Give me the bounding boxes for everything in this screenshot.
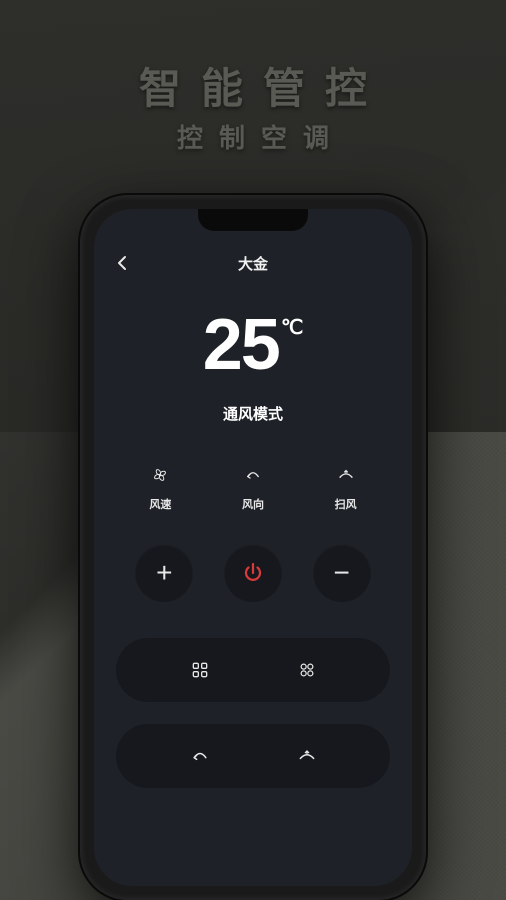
control-label: 风速: [149, 496, 171, 512]
app-header: 大金: [94, 245, 412, 281]
power-button[interactable]: [224, 544, 282, 602]
temperature-unit: ℃: [281, 315, 303, 340]
phone-frame: 大金 25 ℃ 通风模式 风速 风向: [80, 195, 426, 900]
header-title: 大金: [238, 253, 268, 274]
grid-mode-button[interactable]: [188, 658, 212, 682]
phone-notch: [198, 209, 308, 231]
decrease-button[interactable]: −: [313, 544, 371, 602]
grid-icon: [190, 660, 210, 680]
swing-icon: [297, 746, 317, 766]
fan-icon: [297, 660, 317, 680]
back-button[interactable]: [112, 253, 132, 273]
phone-screen: 大金 25 ℃ 通风模式 风速 风向: [94, 209, 412, 886]
control-label: 扫风: [335, 496, 357, 512]
temperature-value: 25: [203, 309, 279, 381]
mode-label: 通风模式: [94, 403, 412, 424]
swing-icon: [335, 464, 357, 486]
increase-button[interactable]: +: [135, 544, 193, 602]
wind-direction-icon: [190, 746, 210, 766]
swing-button[interactable]: [295, 744, 319, 768]
plus-icon: +: [156, 557, 172, 589]
wind-direction-icon: [242, 464, 264, 486]
control-fan-speed[interactable]: 风速: [149, 464, 171, 512]
chevron-left-icon: [117, 255, 127, 271]
control-row: 风速 风向 扫风: [94, 464, 412, 512]
pill-rows: [94, 638, 412, 788]
control-wind-direction[interactable]: 风向: [242, 464, 264, 512]
pill-row-2: [116, 724, 390, 788]
minus-icon: −: [333, 557, 349, 589]
hero-title: 智能管控: [0, 55, 506, 116]
hero-subtitle: 控制空调: [0, 118, 506, 155]
circle-button-row: + −: [94, 544, 412, 602]
fan-speed-icon: [149, 464, 171, 486]
wind-direction-button[interactable]: [188, 744, 212, 768]
power-icon: [241, 561, 265, 585]
pill-row-1: [116, 638, 390, 702]
fan-mode-button[interactable]: [295, 658, 319, 682]
control-label: 风向: [242, 496, 264, 512]
control-swing[interactable]: 扫风: [335, 464, 357, 512]
temperature-display: 25 ℃: [94, 309, 412, 381]
